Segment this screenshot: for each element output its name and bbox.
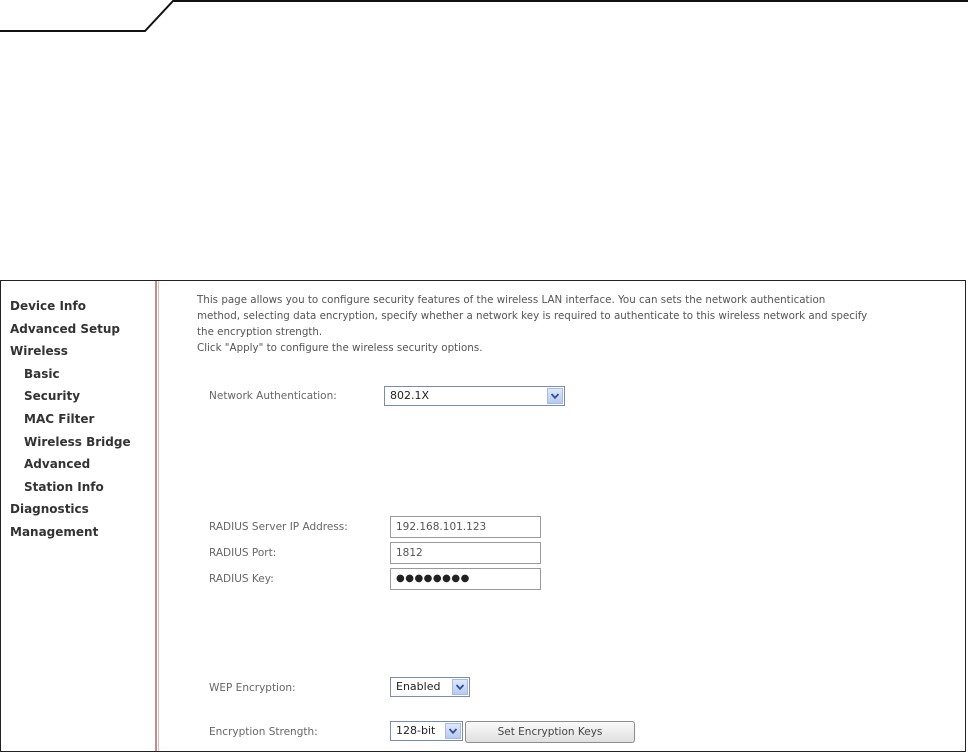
description-line: This page allows you to configure securi…: [197, 294, 826, 306]
radius-key-input[interactable]: ●●●●●●●●: [390, 568, 541, 590]
page-description: This page allows you to configure securi…: [197, 292, 962, 356]
wep-encryption-value: Enabled: [396, 680, 441, 693]
description-line: Click "Apply" to configure the wireless …: [197, 342, 483, 354]
sidebar-item-basic[interactable]: Basic: [1, 363, 155, 386]
encryption-strength-value: 128-bit: [396, 724, 436, 737]
sidebar-nav: Device Info Advanced Setup Wireless Basi…: [1, 281, 155, 751]
sidebar-divider: [155, 281, 159, 751]
sidebar-item-advanced-setup[interactable]: Advanced Setup: [1, 318, 155, 341]
encryption-strength-select[interactable]: 128-bit: [390, 721, 463, 741]
sidebar-item-advanced[interactable]: Advanced: [1, 453, 155, 476]
chevron-down-icon: [445, 723, 461, 739]
radius-port-label: RADIUS Port:: [209, 547, 277, 559]
sidebar-item-diagnostics[interactable]: Diagnostics: [1, 498, 155, 521]
sidebar-item-wireless-bridge[interactable]: Wireless Bridge: [1, 431, 155, 454]
radius-server-ip-label: RADIUS Server IP Address:: [209, 521, 348, 533]
network-authentication-select[interactable]: 802.1X: [384, 386, 565, 406]
description-line: method, selecting data encryption, speci…: [197, 310, 868, 322]
router-panel: Device Info Advanced Setup Wireless Basi…: [0, 280, 966, 752]
sidebar-item-station-info[interactable]: Station Info: [1, 476, 155, 499]
header-decoration: [0, 0, 968, 32]
network-authentication-label: Network Authentication:: [209, 390, 337, 402]
set-encryption-keys-button[interactable]: Set Encryption Keys: [465, 721, 635, 743]
sidebar-item-management[interactable]: Management: [1, 521, 155, 544]
sidebar-item-mac-filter[interactable]: MAC Filter: [1, 408, 155, 431]
radius-port-input[interactable]: 1812: [390, 542, 541, 564]
chevron-down-icon: [547, 388, 563, 404]
main-content: This page allows you to configure securi…: [197, 281, 965, 751]
sidebar-item-security[interactable]: Security: [1, 385, 155, 408]
wep-encryption-label: WEP Encryption:: [209, 682, 296, 694]
description-line: the encryption strength.: [197, 326, 323, 338]
sidebar-item-wireless[interactable]: Wireless: [1, 340, 155, 363]
radius-server-ip-input[interactable]: 192.168.101.123: [390, 516, 541, 538]
chevron-down-icon: [452, 679, 468, 695]
network-authentication-value: 802.1X: [390, 389, 430, 402]
sidebar-item-device-info[interactable]: Device Info: [1, 295, 155, 318]
encryption-strength-label: Encryption Strength:: [209, 726, 318, 738]
radius-key-label: RADIUS Key:: [209, 573, 274, 585]
wep-encryption-select[interactable]: Enabled: [390, 677, 470, 697]
